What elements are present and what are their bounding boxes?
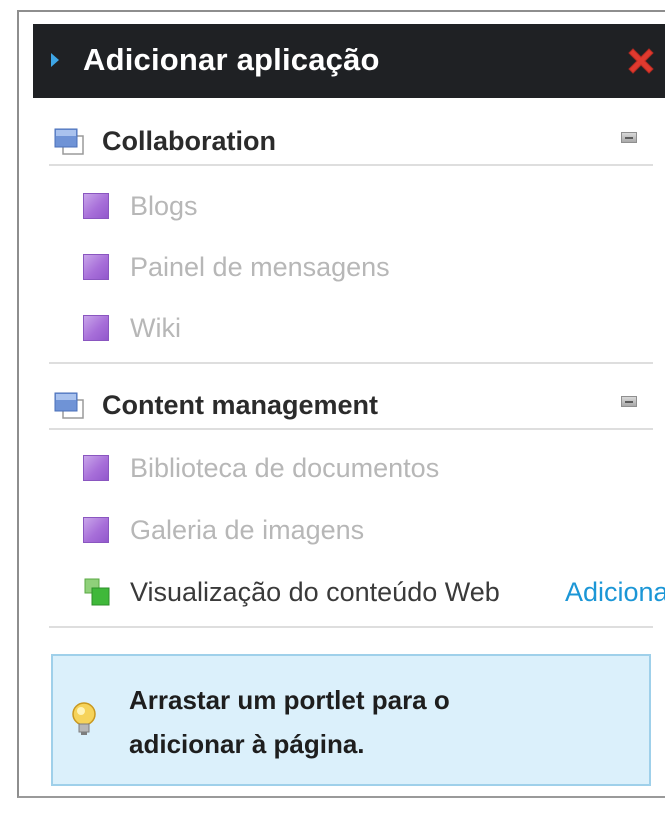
app-item-wiki[interactable]: Wiki (83, 308, 653, 348)
portlet-icon (83, 193, 109, 219)
collapse-icon[interactable] (621, 396, 637, 407)
tip-text-line: adicionar à página. (129, 729, 365, 759)
portlet-icon (83, 455, 109, 481)
panel-title: Adicionar aplicação (83, 42, 380, 77)
add-link[interactable]: Adicionar (565, 575, 665, 609)
portlet-icon (83, 254, 109, 280)
category-label: Collaboration (102, 126, 276, 156)
web-content-icon (84, 578, 110, 606)
category-collaboration[interactable]: Collaboration (49, 120, 651, 162)
tip-text-line: Arrastar um portlet para o (129, 685, 450, 715)
portlet-icon (83, 517, 109, 543)
divider (49, 362, 653, 364)
app-label: Biblioteca de documentos (130, 453, 440, 483)
tip-box: Arrastar um portlet para o adicionar à p… (51, 654, 651, 786)
app-label: Visualização do conteúdo Web (130, 577, 500, 607)
app-label: Blogs (130, 191, 198, 221)
app-label: Wiki (130, 313, 181, 343)
category-content-management[interactable]: Content management (49, 384, 651, 426)
app-label: Painel de mensagens (130, 252, 390, 282)
panel-titlebar: Adicionar aplicação (33, 24, 665, 98)
divider (49, 626, 653, 628)
category-window-icon (54, 392, 84, 419)
app-item-blogs[interactable]: Blogs (83, 186, 653, 226)
app-item-galeria-de-imagens[interactable]: Galeria de imagens (83, 510, 653, 550)
collapse-icon[interactable] (621, 132, 637, 143)
category-label: Content management (102, 390, 379, 420)
add-application-panel: Adicionar aplicação Collaboration Blogs … (17, 10, 665, 798)
close-icon[interactable] (623, 43, 659, 79)
category-window-icon (54, 128, 84, 155)
app-item-painel-de-mensagens[interactable]: Painel de mensagens (83, 247, 653, 287)
divider (49, 428, 653, 430)
portlet-icon (83, 315, 109, 341)
tip-text: Arrastar um portlet para o adicionar à p… (129, 678, 629, 766)
app-label: Galeria de imagens (130, 515, 365, 545)
expand-arrow-icon (51, 53, 59, 67)
lightbulb-icon (72, 702, 96, 735)
divider (49, 164, 653, 166)
app-item-biblioteca-de-documentos[interactable]: Biblioteca de documentos (83, 448, 653, 488)
app-item-visualizacao-conteudo-web[interactable]: Visualização do conteúdo Web Adicionar (83, 572, 665, 612)
